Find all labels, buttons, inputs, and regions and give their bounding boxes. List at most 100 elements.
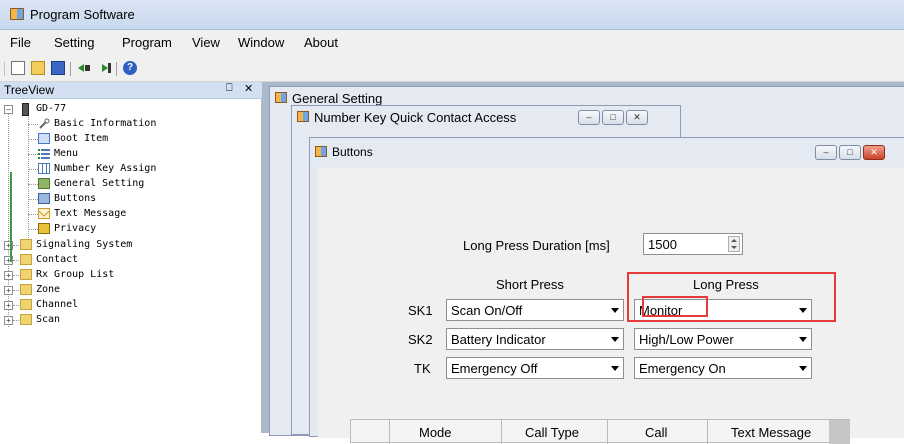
folder-icon [20,284,32,295]
folder-icon [20,269,32,280]
selected-value: Emergency Off [451,361,538,376]
envelope-icon [38,208,50,219]
app-title-bar: Program Software [0,0,904,30]
selected-value: Battery Indicator [451,332,546,347]
radio-device-icon [22,103,29,116]
app-icon [10,8,24,20]
tree-root-gd77[interactable]: GD-77 [36,101,66,116]
tree-branch [13,305,19,306]
tk-long-press-select[interactable]: Emergency On [634,357,812,379]
folder-icon [20,254,32,265]
menu-window[interactable]: Window [238,35,284,50]
open-folder-icon[interactable] [31,61,45,75]
tree-branch [28,229,38,230]
menu-about[interactable]: About [304,35,338,50]
tree-item-text-message[interactable]: Text Message [54,206,126,221]
tree-view-panel: TreeView ⎕ ✕ – GD-77 Basic Information B… [0,82,262,433]
minimize-button[interactable]: – [815,145,837,160]
tree-branch [13,320,19,321]
tree-item-privacy[interactable]: Privacy [54,221,96,236]
mdi-workspace: General Setting Number Key Quick Contact… [262,82,904,444]
close-button[interactable]: ✕ [626,110,648,125]
tree-item-boot-item[interactable]: Boot Item [54,131,108,146]
selected-value: Scan On/Off [451,303,523,318]
number-key-title-bar[interactable]: Number Key Quick Contact Access – □ ✕ [292,106,680,128]
new-file-icon[interactable] [11,61,25,75]
privacy-key-icon [38,223,50,234]
expand-icon[interactable]: + [4,286,13,295]
minimize-button[interactable]: – [578,110,600,125]
tree-branch [28,139,38,140]
grid-scrollbar[interactable] [829,420,850,444]
long-press-duration-spinner[interactable]: 1500 [643,233,743,255]
boot-item-icon [38,133,50,144]
annotation-highlight-monitor [642,296,708,317]
number-key-title: Number Key Quick Contact Access [314,110,517,125]
menu-bar: File Setting Program View Window About [0,30,904,56]
tree-branch [28,124,38,125]
tree-branch [28,169,38,170]
tree-folder-signaling-system[interactable]: Signaling System [36,237,132,252]
expand-icon[interactable]: + [4,316,13,325]
sk2-short-press-select[interactable]: Battery Indicator [446,328,624,350]
buttons-icon [38,193,50,204]
chevron-down-icon [611,308,619,313]
tree-branch [28,214,38,215]
toolbar-separator [116,62,117,76]
general-setting-window: General Setting Number Key Quick Contact… [269,86,904,444]
general-setting-icon [38,178,50,189]
folder-icon [20,299,32,310]
grid-divider [607,420,608,444]
write-to-radio-icon[interactable] [97,61,111,75]
tree-view-header: TreeView ⎕ ✕ [0,82,262,99]
sk2-long-press-select[interactable]: High/Low Power [634,328,812,350]
window-icon [275,92,287,103]
tree-item-basic-information[interactable]: Basic Information [54,116,156,131]
side-accent-bar [10,172,12,262]
tree-folder-contact[interactable]: Contact [36,252,78,267]
spinner-arrows-icon[interactable] [728,236,740,252]
tree-item-general-setting[interactable]: General Setting [54,176,144,191]
app-title: Program Software [30,7,135,22]
chevron-down-icon [611,366,619,371]
wrench-icon [38,118,50,129]
tree-folder-scan[interactable]: Scan [36,312,60,327]
collapse-icon[interactable]: – [4,105,13,114]
menu-list-icon [38,148,50,159]
window-icon [315,146,327,157]
sk2-label: SK2 [408,332,433,347]
grid-divider [389,420,390,444]
maximize-button[interactable]: □ [839,145,861,160]
menu-file[interactable]: File [10,35,31,50]
menu-setting[interactable]: Setting [54,35,94,50]
window-icon [297,111,309,122]
tree-branch [28,199,38,200]
pin-icon[interactable]: ⎕ [226,82,233,95]
tree-item-menu[interactable]: Menu [54,146,78,161]
menu-view[interactable]: View [192,35,220,50]
selected-value: High/Low Power [639,332,734,347]
close-button[interactable]: ✕ [863,145,885,160]
buttons-title-bar[interactable]: Buttons – □ ✕ [310,138,904,166]
maximize-button[interactable]: □ [602,110,624,125]
tree-branch [13,290,19,291]
help-icon[interactable]: ? [123,61,137,75]
tree-folder-rx-group-list[interactable]: Rx Group List [36,267,114,282]
chevron-down-icon [799,337,807,342]
tree-folder-channel[interactable]: Channel [36,297,78,312]
menu-program[interactable]: Program [122,35,172,50]
tree-folder-zone[interactable]: Zone [36,282,60,297]
save-icon[interactable] [51,61,65,75]
tree-branch [28,154,38,155]
close-panel-icon[interactable]: ✕ [244,82,253,95]
expand-icon[interactable]: + [4,301,13,310]
read-from-radio-icon[interactable] [77,61,91,75]
tree-item-number-key-assign[interactable]: Number Key Assign [54,161,156,176]
general-setting-title: General Setting [292,91,383,106]
tree-item-buttons[interactable]: Buttons [54,191,96,206]
tree-view-title: TreeView [4,83,55,97]
tree-branch [13,245,19,246]
sk1-short-press-select[interactable]: Scan On/Off [446,299,624,321]
tk-short-press-select[interactable]: Emergency Off [446,357,624,379]
expand-icon[interactable]: + [4,271,13,280]
